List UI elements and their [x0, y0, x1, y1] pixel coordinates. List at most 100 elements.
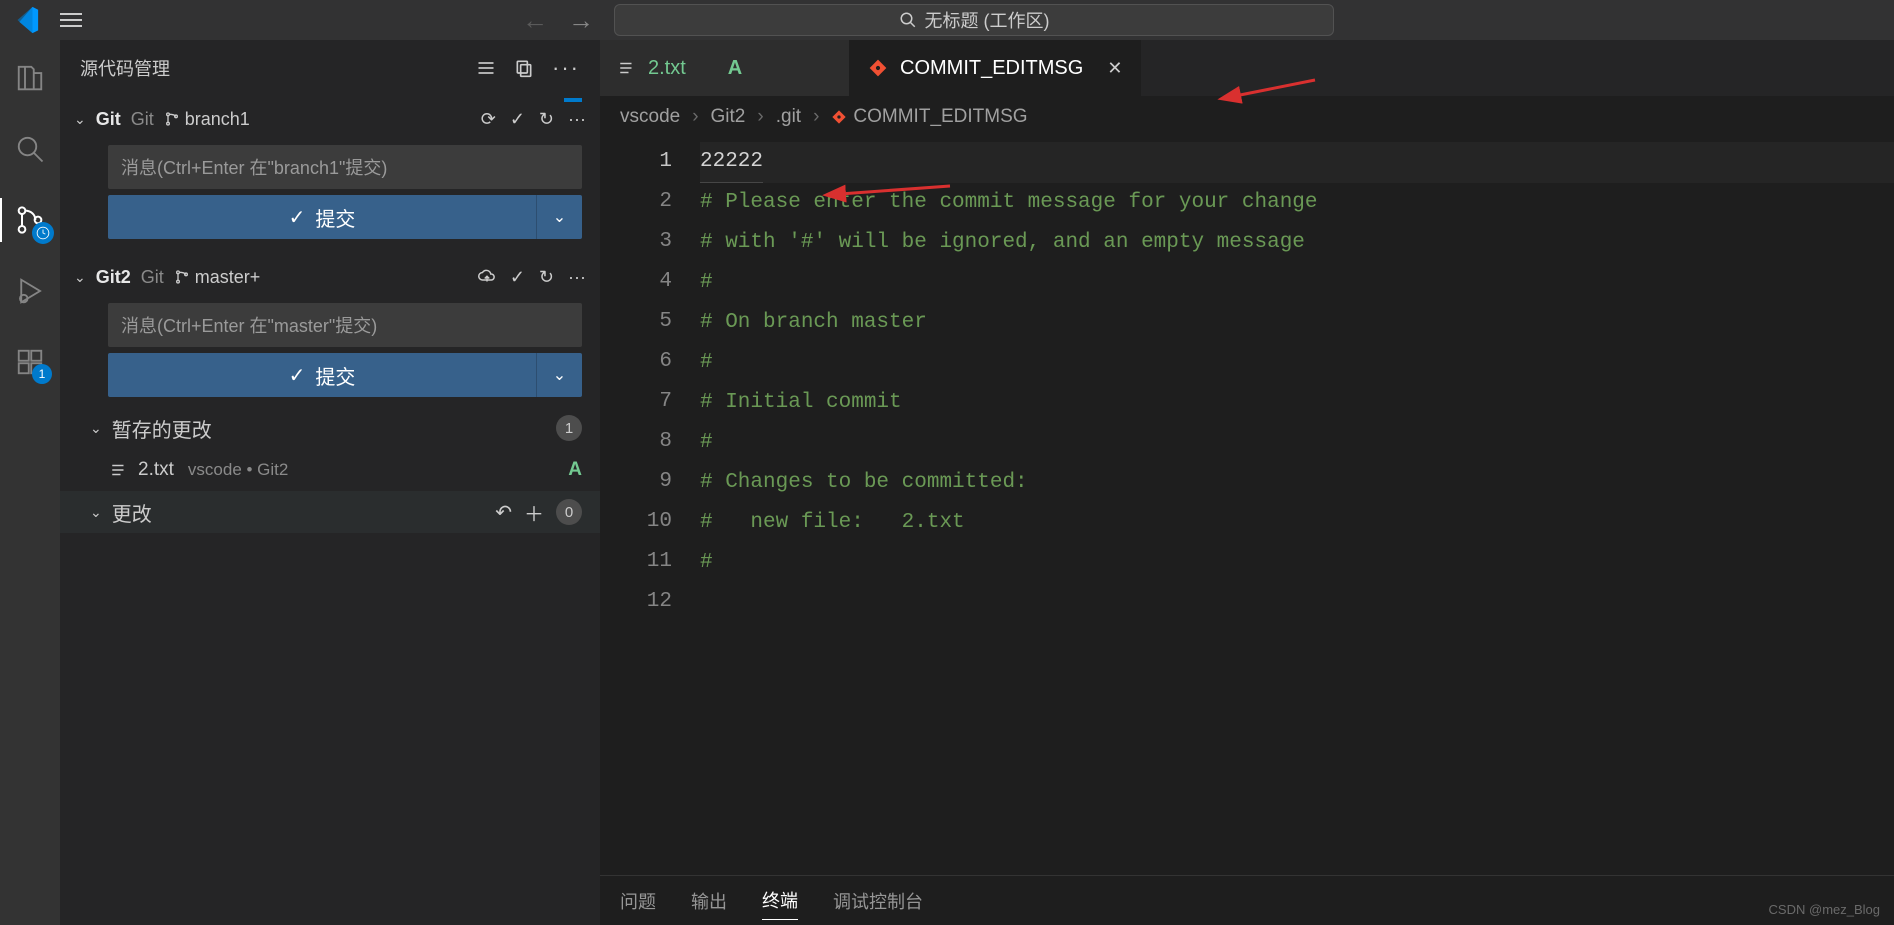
activity-extensions[interactable]: 1: [12, 344, 48, 380]
search-placeholder: 无标题 (工作区): [925, 7, 1050, 33]
repo-name: Git2: [96, 267, 131, 288]
search-icon: [899, 11, 917, 29]
breadcrumb-item[interactable]: Git2: [711, 106, 746, 128]
activity-search[interactable]: [12, 131, 48, 167]
breadcrumb-item[interactable]: vscode: [620, 106, 680, 128]
more-icon[interactable]: ···: [568, 267, 586, 288]
breadcrumb-item[interactable]: COMMIT_EDITMSG: [853, 106, 1027, 128]
titlebar: ← → 无标题 (工作区): [0, 0, 1894, 40]
repo-label: Git: [141, 267, 164, 288]
refresh-icon[interactable]: ↻: [539, 109, 554, 130]
repo-section-git: ⌄ Git Git branch1 ⟳ ✓ ↻ ··· 消息(Ctrl+Ente…: [60, 95, 600, 253]
commit-button[interactable]: ✓ 提交: [108, 195, 536, 239]
commit-placeholder: 消息(Ctrl+Enter 在"master"提交): [121, 312, 377, 338]
editor-tabs: 2.txt A COMMIT_EDITMSG ✕: [600, 40, 1894, 96]
check-icon[interactable]: ✓: [510, 109, 525, 130]
git-commit-icon: [868, 58, 888, 78]
branch-icon: [174, 269, 190, 285]
repo-header-git2[interactable]: ⌄ Git2 Git master+ ✓ ↻ ···: [60, 257, 600, 297]
hamburger-menu-icon[interactable]: [60, 13, 82, 27]
git-commit-icon: [831, 109, 847, 125]
line-gutter: 123456789101112: [600, 142, 700, 925]
repo-label: Git: [131, 109, 154, 130]
tab-status: A: [728, 57, 742, 80]
watermark: CSDN @mez_Blog: [1769, 902, 1880, 917]
staged-count-badge: 1: [556, 415, 582, 441]
staged-label: 暂存的更改: [112, 414, 212, 443]
staged-changes-header[interactable]: ⌄ 暂存的更改 1: [60, 407, 600, 449]
publish-icon[interactable]: [478, 268, 496, 286]
staged-file-row[interactable]: 2.txt vscode • Git2 A: [60, 449, 600, 491]
nav-back-icon[interactable]: ←: [522, 5, 548, 36]
branch-name: branch1: [185, 109, 250, 130]
repo-section-git2: ⌄ Git2 Git master+ ✓ ↻ ··· 消息(Ctrl+Enter…: [60, 253, 600, 537]
vscode-logo-icon: [10, 5, 40, 35]
file-icon: [110, 461, 128, 479]
view-as-tree-icon[interactable]: [476, 58, 496, 78]
refresh-icon[interactable]: ↻: [539, 267, 554, 288]
changes-count-badge: 0: [556, 499, 582, 525]
file-status: A: [568, 459, 582, 481]
commit-button-label: 提交: [315, 203, 355, 232]
command-center-search[interactable]: 无标题 (工作区): [614, 4, 1334, 36]
activity-run-debug[interactable]: [12, 273, 48, 309]
panel-tab-output[interactable]: 输出: [691, 882, 727, 920]
branch-icon: [164, 111, 180, 127]
file-name: 2.txt: [138, 459, 174, 481]
panel-tab-terminal[interactable]: 终端: [762, 881, 798, 920]
commit-placeholder: 消息(Ctrl+Enter 在"branch1"提交): [121, 154, 387, 180]
breadcrumb[interactable]: vscode› Git2› .git› COMMIT_EDITMSG: [600, 96, 1894, 138]
chevron-down-icon: ⌄: [74, 111, 86, 128]
commit-message-input[interactable]: 消息(Ctrl+Enter 在"branch1"提交): [108, 145, 582, 189]
breadcrumb-item[interactable]: .git: [776, 106, 801, 128]
check-icon[interactable]: ✓: [510, 267, 525, 288]
code-lines[interactable]: 22222# Please enter the commit message f…: [700, 142, 1894, 925]
tab-filename: COMMIT_EDITMSG: [900, 57, 1083, 80]
changes-label: 更改: [112, 498, 152, 527]
chevron-down-icon: ⌄: [90, 504, 102, 521]
extensions-badge: 1: [32, 364, 52, 384]
panel-tabs: 问题 输出 终端 调试控制台: [600, 875, 1894, 925]
activity-bar: 1: [0, 40, 60, 925]
tab-commit-editmsg[interactable]: COMMIT_EDITMSG ✕: [850, 40, 1141, 96]
branch-indicator[interactable]: branch1: [164, 109, 250, 130]
more-icon[interactable]: ···: [568, 109, 586, 130]
chevron-down-icon: ⌄: [74, 269, 86, 286]
branch-name: master+: [195, 267, 261, 288]
changes-header[interactable]: ⌄ 更改 ↶ ＋ 0: [60, 491, 600, 533]
commit-icon[interactable]: [514, 58, 534, 78]
sidebar-title: 源代码管理: [80, 55, 170, 81]
check-icon: ✓: [289, 205, 306, 230]
tab-2txt[interactable]: 2.txt A: [600, 40, 850, 96]
scm-pending-badge-icon: [32, 222, 54, 244]
branch-indicator[interactable]: master+: [174, 267, 261, 288]
chevron-down-icon: ⌄: [90, 420, 102, 437]
file-icon: [618, 59, 636, 77]
scroll-marker: [564, 98, 582, 102]
commit-button-label: 提交: [315, 361, 355, 390]
repo-header-git[interactable]: ⌄ Git Git branch1 ⟳ ✓ ↻ ···: [60, 99, 600, 139]
nav-forward-icon[interactable]: →: [568, 5, 594, 36]
sync-icon[interactable]: ⟳: [481, 109, 496, 130]
chevron-down-icon: ⌄: [553, 365, 566, 385]
panel-tab-debug-console[interactable]: 调试控制台: [833, 882, 923, 920]
close-icon[interactable]: ✕: [1107, 58, 1122, 79]
tab-filename: 2.txt: [648, 57, 686, 80]
commit-message-input[interactable]: 消息(Ctrl+Enter 在"master"提交): [108, 303, 582, 347]
chevron-down-icon: ⌄: [553, 207, 566, 227]
more-actions-icon[interactable]: ···: [552, 55, 580, 81]
commit-dropdown[interactable]: ⌄: [536, 195, 582, 239]
repo-name: Git: [96, 109, 121, 130]
editor-area: 2.txt A COMMIT_EDITMSG ✕ vscode› Git2› .…: [600, 40, 1894, 925]
commit-button[interactable]: ✓ 提交: [108, 353, 536, 397]
source-control-sidebar: 源代码管理 ··· ⌄ Git Git branch1 ⟳ ✓: [60, 40, 600, 925]
discard-icon[interactable]: ↶: [495, 500, 512, 525]
check-icon: ✓: [289, 363, 306, 388]
panel-tab-problems[interactable]: 问题: [620, 882, 656, 920]
editor-content[interactable]: 123456789101112 22222# Please enter the …: [600, 138, 1894, 925]
file-path: vscode • Git2: [188, 460, 288, 480]
commit-dropdown[interactable]: ⌄: [536, 353, 582, 397]
activity-source-control[interactable]: [12, 202, 48, 238]
stage-all-icon[interactable]: ＋: [524, 498, 544, 527]
activity-explorer[interactable]: [12, 60, 48, 96]
